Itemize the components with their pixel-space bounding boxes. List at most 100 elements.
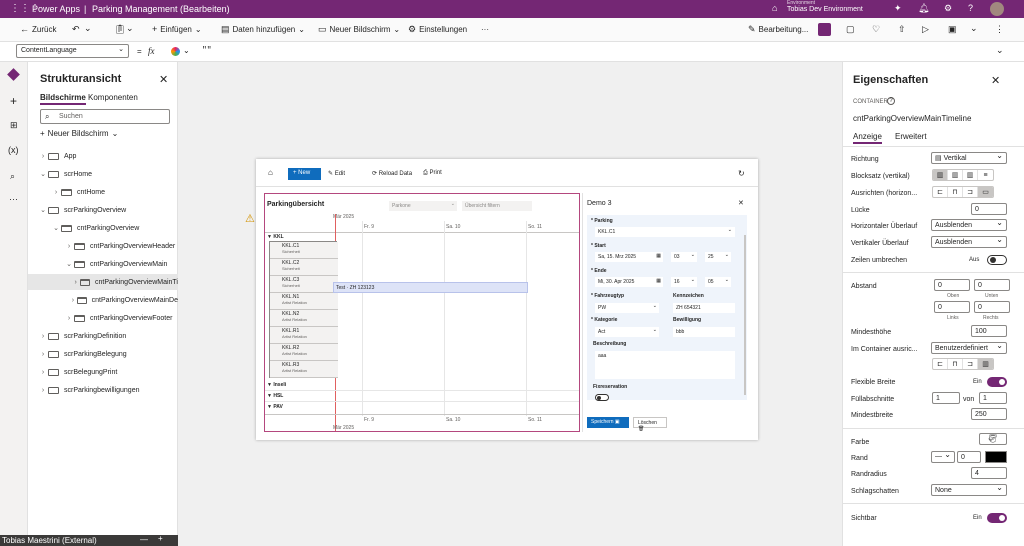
drop-shadow-dropdown[interactable]: None	[931, 483, 1007, 496]
chevron-down-icon[interactable]: ⌄	[51, 224, 61, 232]
add-data-button[interactable]: ▤ Daten hinzufügen ⌄	[221, 25, 305, 35]
group-row[interactable]: ▼ PAV	[267, 404, 283, 410]
resource-row[interactable]: KKL.N2 Artist Relation	[270, 310, 338, 327]
more-icon[interactable]: ⋮	[995, 25, 1004, 34]
align-self-stretch-icon[interactable]: ▥	[978, 359, 993, 369]
tree-item[interactable]: › cntHome	[28, 184, 178, 200]
border-thickness-input[interactable]: 0	[957, 451, 981, 463]
border-style-dropdown[interactable]: —	[931, 450, 955, 463]
min-height-input[interactable]: 100	[971, 325, 1007, 337]
close-icon[interactable]: ✕	[159, 73, 168, 86]
tree-item[interactable]: › scrParkingBelegung	[28, 346, 178, 362]
formula-input[interactable]: ""	[202, 46, 212, 55]
justify-bottom-icon[interactable]: ▥	[963, 170, 978, 180]
copilot-formula-icon[interactable]	[171, 47, 180, 56]
flexible-width-toggle[interactable]	[987, 377, 1007, 387]
close-icon[interactable]: ✕	[738, 199, 744, 207]
reload-button[interactable]: ⟳ Reload Data	[372, 170, 412, 177]
justify-between-icon[interactable]: ≡	[978, 170, 993, 180]
vertical-overflow-dropdown[interactable]: Ausblenden	[931, 235, 1007, 248]
wrap-toggle[interactable]	[987, 255, 1007, 265]
tree-item[interactable]: ⌄ cntParkingOverviewMain	[28, 256, 178, 272]
copilot-icon[interactable]: ✦	[894, 3, 902, 14]
border-color-swatch[interactable]	[985, 451, 1007, 463]
category-dropdown[interactable]: Act ⌄	[595, 327, 659, 337]
gap-input[interactable]: 0	[971, 203, 1007, 215]
resource-row[interactable]: KKL.R1 Artist Relation	[270, 327, 338, 344]
help-icon[interactable]: ?	[968, 3, 973, 13]
vehicle-dropdown[interactable]: PW ⌄	[595, 303, 659, 313]
padding-top-input[interactable]: 0	[934, 279, 970, 291]
help-icon[interactable]: ?	[887, 97, 895, 105]
justify-top-icon[interactable]: ▥	[933, 170, 948, 180]
overview-filter-input[interactable]: Übersicht filtern	[462, 201, 532, 211]
insert-icon[interactable]: +	[10, 95, 17, 107]
health-icon[interactable]: ♡	[872, 25, 880, 34]
chevron-down-icon[interactable]: ⌄	[38, 206, 48, 214]
property-dropdown[interactable]: ContentLanguage ⌄	[16, 44, 129, 58]
tree-item[interactable]: › cntParkingOverviewHeader	[28, 238, 178, 254]
new-screen-link[interactable]: + Neuer Bildschirm ⌄	[40, 129, 118, 138]
align-stretch-icon[interactable]: ▭	[978, 187, 993, 197]
chevron-down-icon[interactable]: ⌄	[38, 170, 48, 178]
justify-segment[interactable]: ▥ ▥ ▥ ≡	[932, 169, 994, 181]
direction-dropdown[interactable]: ▤ Vertikal	[931, 151, 1007, 164]
event-bar[interactable]: Test · ZH 123123	[333, 282, 528, 293]
undo-icon[interactable]: ↶	[72, 25, 80, 34]
play-icon[interactable]: ▷	[922, 25, 929, 34]
comments-icon[interactable]: ▢	[846, 25, 855, 34]
tree-item[interactable]: › cntParkingOverviewFooter	[28, 310, 178, 326]
tree-item[interactable]: › scrBelegungPrint	[28, 364, 178, 380]
padding-left-input[interactable]: 0	[934, 301, 970, 313]
app-checker-icon[interactable]	[818, 23, 831, 36]
chevron-right-icon[interactable]: ›	[38, 351, 48, 358]
undo-dropdown-icon[interactable]: ⌄	[84, 24, 92, 33]
paint-bucket-icon[interactable]: 🪣︎	[979, 433, 1007, 445]
new-button[interactable]: + New	[288, 168, 321, 180]
tree-item[interactable]: › App	[28, 148, 178, 164]
plus-icon[interactable]: +	[158, 535, 163, 543]
align-center-icon[interactable]: ⊓	[948, 187, 963, 197]
more-icon[interactable]: ···	[9, 195, 18, 204]
padding-right-input[interactable]: 0	[974, 301, 1010, 313]
paste-icon[interactable]: 📋︎	[114, 25, 125, 34]
visible-toggle[interactable]	[987, 513, 1007, 523]
tab-display[interactable]: Anzeige	[853, 132, 882, 144]
warning-icon[interactable]: ⚠	[245, 212, 255, 225]
chevron-right-icon[interactable]: ›	[71, 279, 80, 286]
close-icon[interactable]: ✕	[991, 74, 1000, 87]
border-radius-input[interactable]: 4	[971, 467, 1007, 479]
chevron-right-icon[interactable]: ›	[38, 333, 48, 340]
more-commands-button[interactable]: ···	[481, 25, 489, 34]
settings-icon[interactable]: ⚙	[944, 3, 952, 14]
start-date-picker[interactable]: Sa, 15. Mrz 2025 ▦	[595, 252, 663, 262]
chevron-down-icon[interactable]: ⌄	[183, 46, 190, 55]
environment-icon[interactable]: ⌂	[772, 3, 777, 13]
resource-row[interactable]: KKL.C1 Sicherheit	[270, 242, 338, 259]
insert-button[interactable]: + Einfügen ⌄	[152, 25, 202, 35]
permit-input[interactable]: bbb	[673, 327, 735, 337]
publish-dropdown-icon[interactable]: ⌄	[970, 24, 978, 33]
minus-icon[interactable]: —	[140, 535, 148, 544]
notification-icon[interactable]: 🔔︎	[918, 3, 929, 14]
fill-of-input[interactable]: 1	[979, 392, 1007, 404]
group-row[interactable]: ▼ Inseli	[267, 382, 286, 388]
horizontal-overflow-dropdown[interactable]: Ausblenden	[931, 218, 1007, 231]
new-screen-button[interactable]: ▭ Neuer Bildschirm ⌄	[318, 25, 400, 35]
edit-button[interactable]: ✎ Edit	[328, 170, 345, 177]
control-name[interactable]: cntParkingOverviewMainTimeline	[853, 114, 971, 123]
search-icon[interactable]: ⌕	[10, 172, 15, 181]
environment-name[interactable]: Tobias Dev Environment	[787, 6, 863, 13]
start-hour-dropdown[interactable]: 03 ⌄	[671, 252, 697, 262]
align-self-end-icon[interactable]: ⊐	[963, 359, 978, 369]
tree-search-box[interactable]: ⌕ Suchen	[40, 109, 170, 124]
resource-row[interactable]: KKL.R3 Artist Relation	[270, 361, 338, 378]
back-button[interactable]: ← Zurück	[20, 25, 56, 35]
chevron-right-icon[interactable]: ›	[51, 189, 61, 196]
tree-item[interactable]: ⌄ scrHome	[28, 166, 178, 182]
timeline-container[interactable]: Parkingübersicht Parkone ⌄ Übersicht filt…	[264, 193, 580, 432]
tree-view-icon[interactable]	[7, 68, 20, 81]
save-icon[interactable]: ▣	[948, 25, 957, 34]
delete-button[interactable]: Löschen 🗑︎	[633, 417, 667, 432]
share-icon[interactable]: ⇧	[898, 25, 906, 34]
